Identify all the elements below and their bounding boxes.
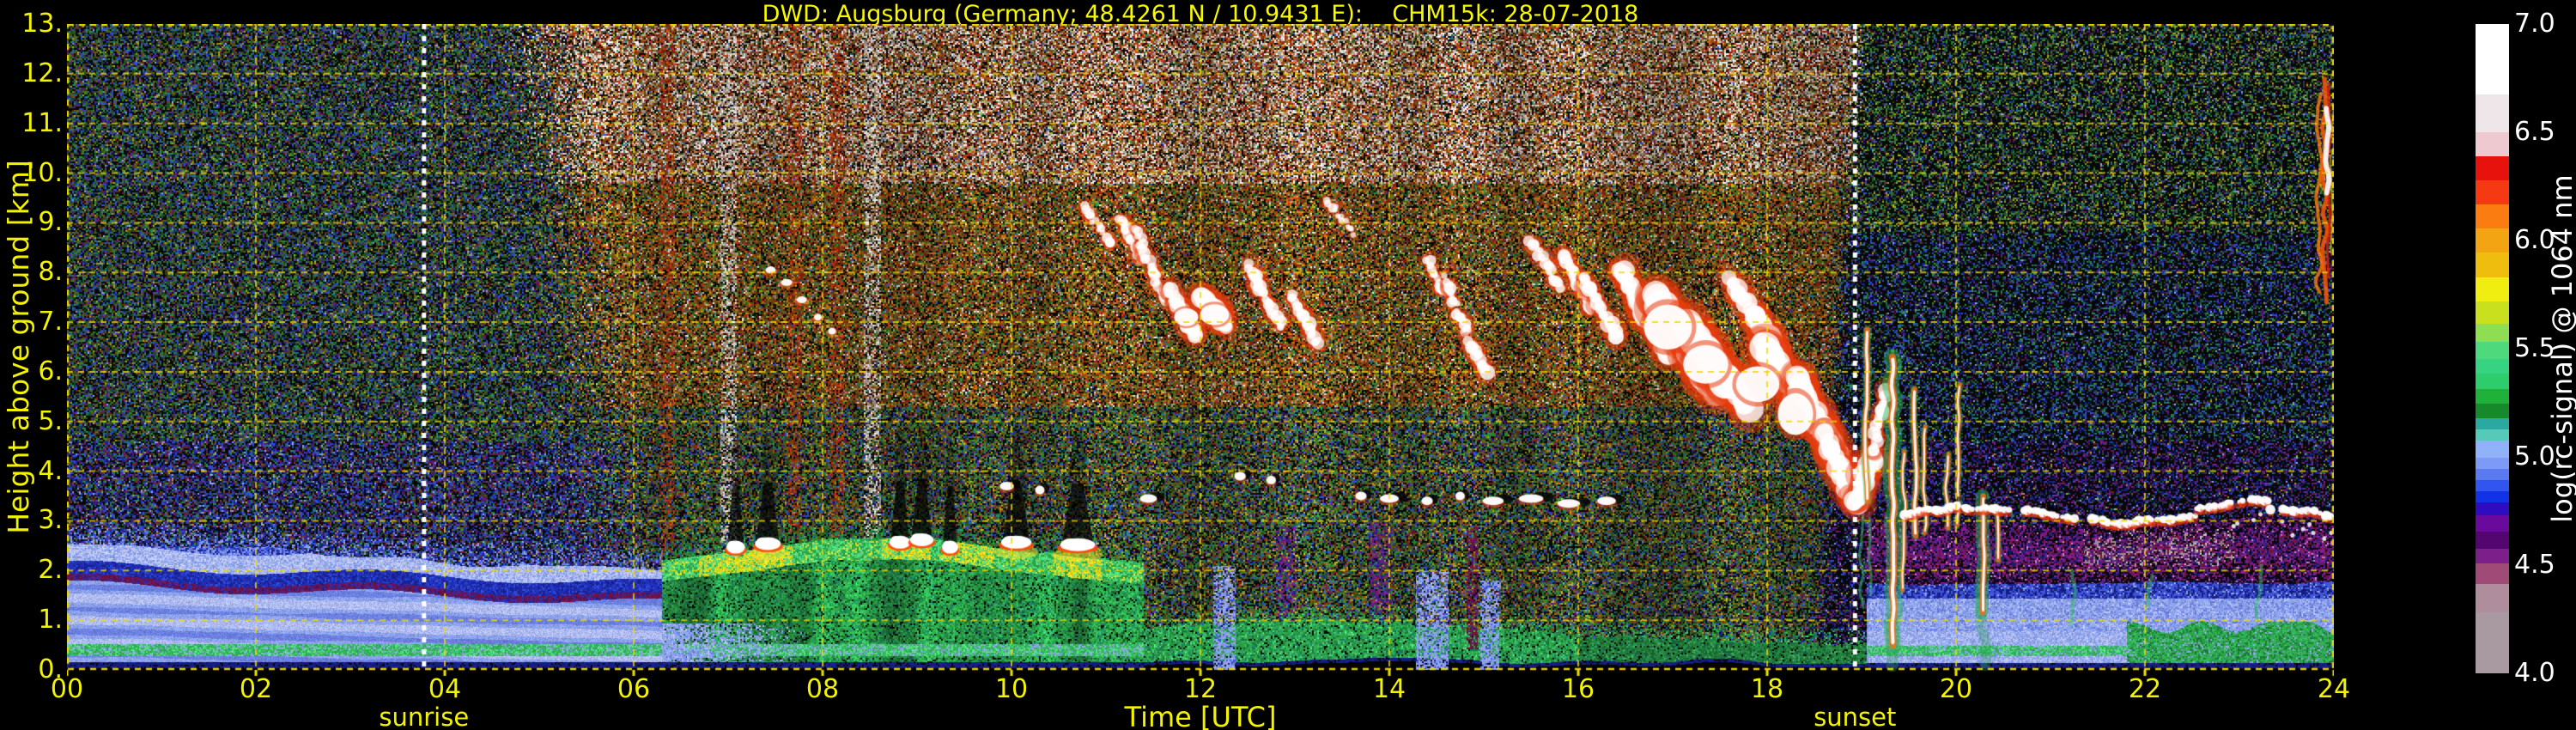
x-tick-label: 24	[2317, 674, 2351, 704]
colorbar-segment	[2476, 490, 2509, 502]
colorbar-segment	[2476, 441, 2509, 458]
colorbar-segment	[2476, 131, 2509, 156]
colorbar-segment	[2476, 418, 2509, 430]
x-tick-label: 16	[1561, 674, 1595, 704]
x-tick-label: 20	[1939, 674, 1973, 704]
y-tick-label: 12.	[21, 58, 63, 88]
colorbar-segment	[2476, 252, 2509, 277]
x-tick-label: 02	[239, 674, 273, 704]
colorbar-segment	[2476, 429, 2509, 441]
colorbar-tick-label: 4.0	[2514, 658, 2555, 688]
y-tick-label: 2.	[38, 555, 63, 586]
colorbar-segment	[2476, 374, 2509, 389]
colorbar-segment	[2476, 611, 2509, 673]
x-tick-label: 22	[2128, 674, 2162, 704]
y-tick-label: 6.	[38, 356, 63, 386]
x-tick-label: 06	[617, 674, 651, 704]
y-tick-label: 1.	[38, 605, 63, 636]
colorbar-segment	[2476, 301, 2509, 324]
colorbar-segment	[2476, 548, 2509, 564]
x-tick-label: 10	[994, 674, 1029, 704]
y-tick-label: 8.	[38, 257, 63, 288]
colorbar-segment	[2476, 342, 2509, 359]
y-tick-label: 4.	[38, 455, 63, 486]
x-tick-label: 14	[1372, 674, 1406, 704]
colorbar-segment	[2476, 479, 2509, 491]
y-tick-label: 11.	[21, 107, 63, 138]
y-tick-label: 13.	[21, 9, 63, 39]
colorbar-segment	[2476, 358, 2509, 374]
sunset-annotation: sunset	[1814, 703, 1897, 730]
y-tick-label: 9.	[38, 207, 63, 238]
colorbar-segment	[2476, 179, 2509, 205]
colorbar-segment	[2476, 155, 2509, 180]
colorbar-segment	[2476, 514, 2509, 532]
ceilometer-quicklook-figure: DWD: Augsburg (Germany; 48.4261 N / 10.9…	[0, 0, 2576, 730]
colorbar-segment	[2476, 228, 2509, 253]
colorbar-segment	[2476, 204, 2509, 229]
colorbar-label: log(rc-signal) @ 1064 nm	[2546, 174, 2576, 523]
colorbar-segment	[2476, 532, 2509, 549]
x-tick-label: 04	[428, 674, 462, 704]
colorbar-segment	[2476, 323, 2509, 343]
colorbar-segment	[2476, 584, 2509, 612]
x-tick-label: 12	[1183, 674, 1218, 704]
x-tick-label: 18	[1750, 674, 1784, 704]
y-tick-label: 7.	[38, 307, 63, 338]
colorbar-segment	[2476, 388, 2509, 404]
y-tick-label: 10.	[21, 157, 63, 188]
colorbar-segment	[2476, 563, 2509, 585]
y-tick-label: 5.	[38, 405, 63, 436]
sunrise-annotation: sunrise	[379, 703, 470, 730]
x-tick-label: 00	[50, 674, 84, 704]
colorbar-segment	[2476, 94, 2509, 132]
colorbar-segment	[2476, 403, 2509, 419]
y-axis-label: Height above ground [km]	[2, 160, 35, 534]
colorbar-segment	[2476, 457, 2509, 469]
y-tick-label: 3.	[38, 505, 63, 536]
heatmap-plot-canvas	[67, 24, 2334, 677]
colorbar-segment	[2476, 468, 2509, 480]
colorbar-segment	[2476, 24, 2509, 95]
colorbar	[2476, 24, 2509, 673]
colorbar-tick-label: 7.0	[2514, 9, 2555, 39]
colorbar-segment	[2476, 277, 2509, 301]
colorbar-segment	[2476, 502, 2509, 515]
x-tick-label: 08	[805, 674, 840, 704]
